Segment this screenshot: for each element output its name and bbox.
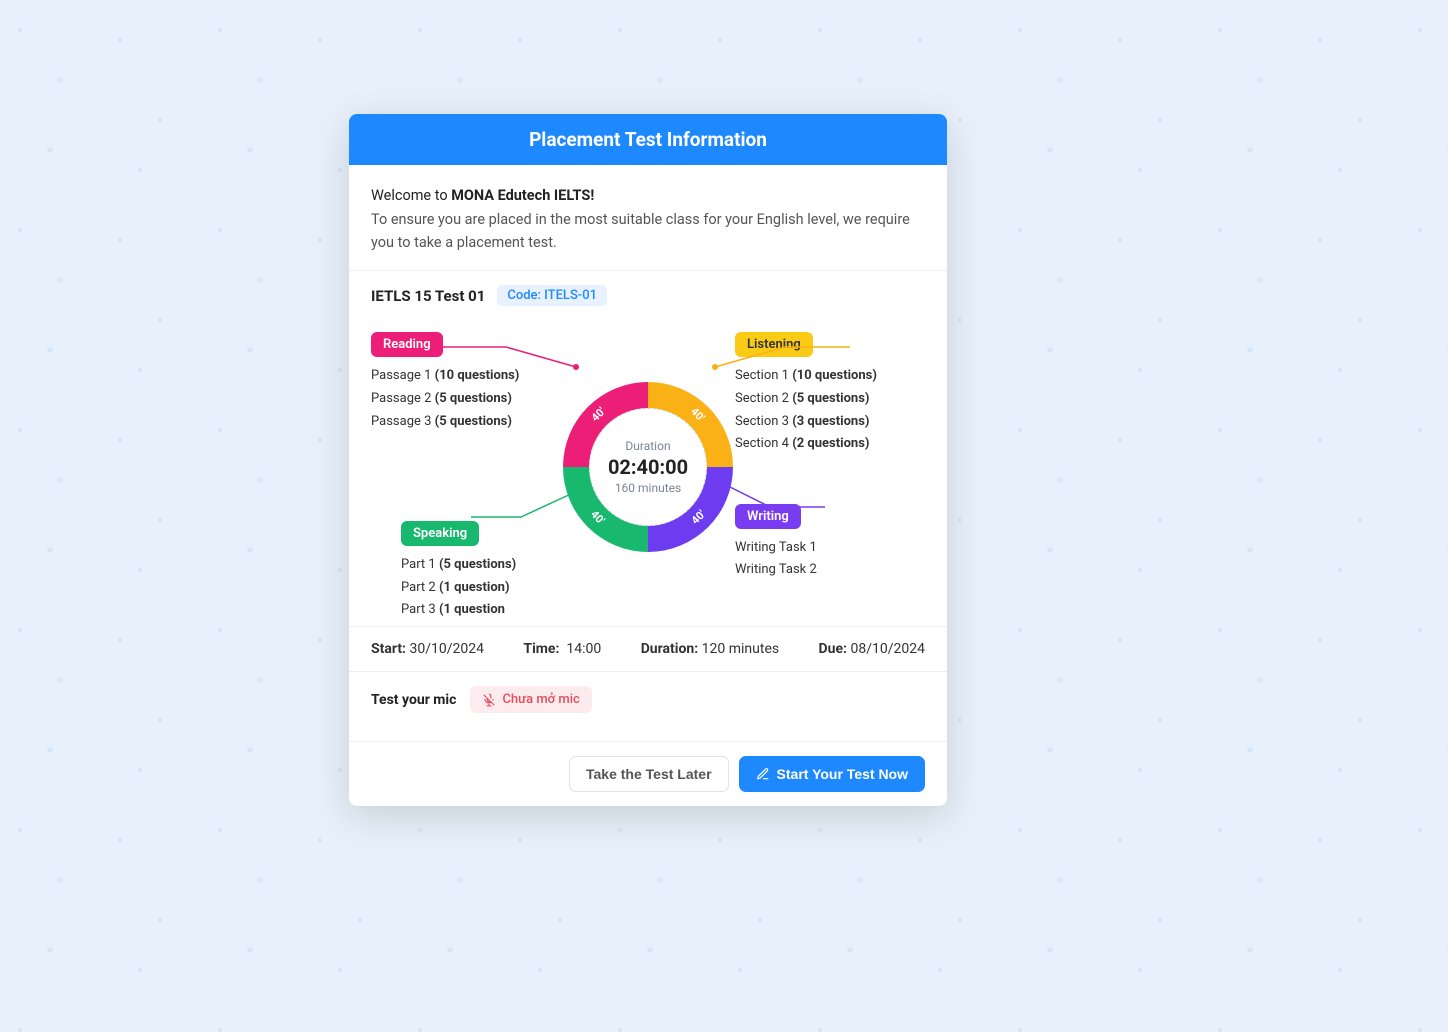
edit-icon xyxy=(756,767,770,781)
welcome-prefix: Welcome to xyxy=(371,187,451,204)
listening-tag: Listening xyxy=(735,332,813,357)
time-value: 14:00 xyxy=(566,641,601,657)
mic-status-badge[interactable]: Chưa mở mic xyxy=(470,686,591,713)
list-item: Section 3 (3 questions) xyxy=(735,411,935,434)
reading-tag: Reading xyxy=(371,332,443,357)
duration-meta-value: 120 minutes xyxy=(702,641,779,657)
meta-row: Start: 30/10/2024 Time: 14:00 Duration: … xyxy=(349,626,947,671)
modal-title: Placement Test Information xyxy=(349,114,947,165)
test-code-badge: Code: ITELS-01 xyxy=(497,285,607,306)
duration-donut-chart: 40' 40' 40' 40' Duration 02:40:00 160 mi… xyxy=(553,372,743,562)
take-test-later-button[interactable]: Take the Test Later xyxy=(569,756,729,792)
list-item: Section 2 (5 questions) xyxy=(735,388,935,411)
start-test-label: Start Your Test Now xyxy=(777,766,908,782)
start-label: Start: xyxy=(371,641,406,657)
duration-label: Duration xyxy=(625,439,670,453)
duration-minutes: 160 minutes xyxy=(615,481,681,495)
list-item: Section 1 (10 questions) xyxy=(735,365,935,388)
list-item: Writing Task 2 xyxy=(735,559,935,582)
start-test-now-button[interactable]: Start Your Test Now xyxy=(739,756,925,792)
welcome-description: To ensure you are placed in the most sui… xyxy=(371,209,925,254)
mic-status-text: Chưa mở mic xyxy=(502,692,579,707)
list-item: Part 2 (1 question) xyxy=(401,577,601,600)
duration-time: 02:40:00 xyxy=(608,455,688,479)
list-item: Passage 3 (5 questions) xyxy=(371,411,571,434)
mic-off-icon xyxy=(482,693,496,707)
list-item: Section 4 (2 questions) xyxy=(735,433,935,456)
list-item: Passage 2 (5 questions) xyxy=(371,388,571,411)
duration-meta-label: Duration: xyxy=(641,641,698,657)
mic-row: Test your mic Chưa mở mic xyxy=(349,671,947,727)
list-item: Writing Task 1 xyxy=(735,537,935,560)
section-writing: Writing Writing Task 1Writing Task 2 xyxy=(735,504,935,583)
welcome-text: Welcome to MONA Edutech IELTS! xyxy=(371,185,925,207)
writing-tag: Writing xyxy=(735,504,801,529)
mic-label: Test your mic xyxy=(371,692,456,708)
due-value: 08/10/2024 xyxy=(850,641,925,657)
welcome-brand: MONA Edutech IELTS! xyxy=(451,187,594,204)
section-reading: Reading Passage 1 (10 questions)Passage … xyxy=(371,332,571,433)
start-value: 30/10/2024 xyxy=(409,641,484,657)
due-label: Due: xyxy=(819,641,847,657)
placement-test-modal: Placement Test Information Welcome to MO… xyxy=(349,114,947,806)
test-name: IETLS 15 Test 01 xyxy=(371,287,485,305)
speaking-tag: Speaking xyxy=(401,521,479,546)
section-listening: Listening Section 1 (10 questions)Sectio… xyxy=(735,332,935,456)
list-item: Part 3 (1 question xyxy=(401,599,601,622)
donut-center: Duration 02:40:00 160 minutes xyxy=(589,408,707,526)
list-item: Passage 1 (10 questions) xyxy=(371,365,571,388)
time-label: Time: xyxy=(523,641,559,657)
